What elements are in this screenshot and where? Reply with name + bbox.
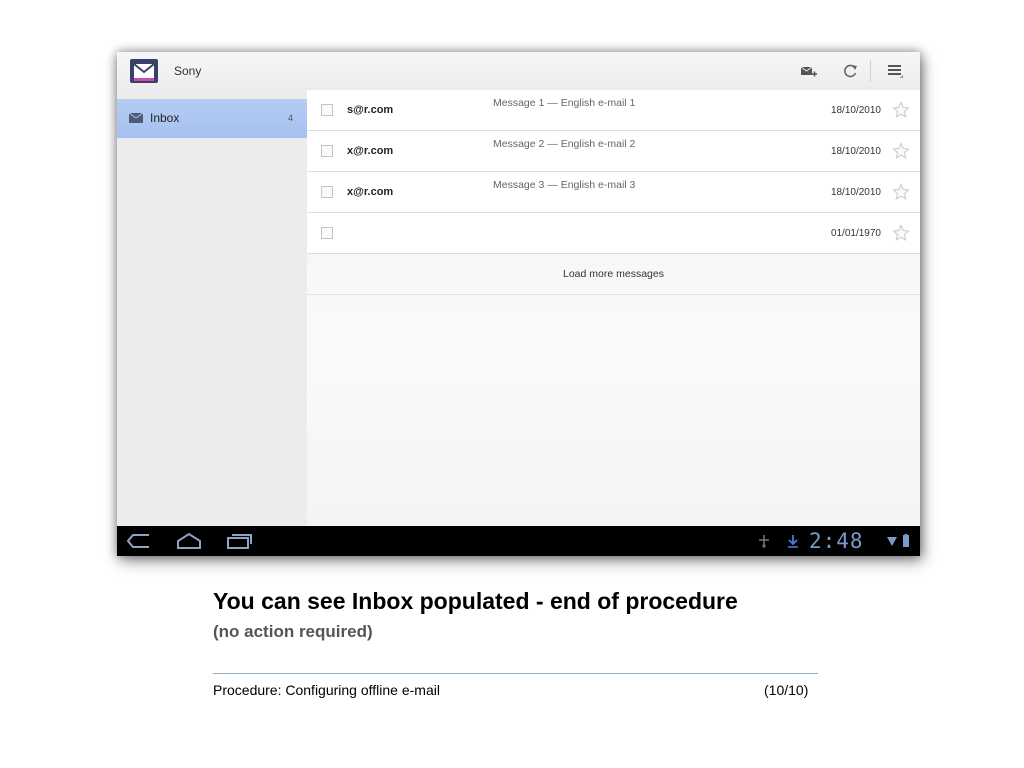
- star-icon[interactable]: [892, 142, 910, 160]
- recent-apps-icon: [227, 534, 252, 549]
- caption-subtitle: (no action required): [213, 622, 373, 641]
- sidebar-item-inbox[interactable]: Inbox 4: [117, 99, 307, 138]
- inbox-icon: [129, 113, 143, 123]
- message-subject: Message 3 — English e-mail 3: [493, 179, 636, 191]
- battery-icon: [903, 534, 909, 547]
- clock[interactable]: 2:48: [809, 529, 864, 553]
- star-icon[interactable]: [892, 183, 910, 201]
- message-row[interactable]: x@r.com Message 3 — English e-mail 3 18/…: [307, 172, 920, 213]
- folder-sidebar: Inbox 4: [117, 90, 307, 526]
- message-subject: Message 2 — English e-mail 2: [493, 138, 636, 150]
- back-icon: [126, 534, 149, 548]
- message-sender: x@r.com: [347, 145, 394, 157]
- message-row[interactable]: 01/01/1970: [307, 213, 920, 254]
- message-row[interactable]: x@r.com Message 2 — English e-mail 2 18/…: [307, 131, 920, 172]
- caption-title: You can see Inbox populated - end of pro…: [213, 588, 738, 614]
- usb-icon[interactable]: [757, 534, 771, 548]
- footer-divider: [213, 673, 818, 674]
- signal-icon: [887, 537, 897, 546]
- back-button[interactable]: [123, 530, 155, 552]
- sidebar-item-label: Inbox: [150, 111, 180, 125]
- recent-apps-button[interactable]: [223, 530, 255, 552]
- message-date: 18/10/2010: [830, 146, 881, 157]
- system-bar: 2:48: [117, 526, 920, 556]
- message-sender: x@r.com: [347, 186, 394, 198]
- mail-app-icon[interactable]: [129, 58, 159, 84]
- menu-button[interactable]: [883, 60, 907, 82]
- procedure-name: Procedure: Configuring offline e-mail: [213, 682, 440, 698]
- unread-count: 4: [287, 113, 293, 123]
- action-bar: Sony: [117, 52, 920, 91]
- star-icon[interactable]: [892, 224, 910, 242]
- compose-button[interactable]: [797, 60, 821, 82]
- message-checkbox[interactable]: [321, 145, 333, 157]
- message-checkbox[interactable]: [321, 227, 333, 239]
- message-row[interactable]: s@r.com Message 1 — English e-mail 1 18/…: [307, 90, 920, 131]
- refresh-button[interactable]: [838, 60, 862, 82]
- compose-icon: [800, 66, 817, 77]
- message-date: 01/01/1970: [830, 228, 881, 239]
- message-date: 18/10/2010: [830, 187, 881, 198]
- message-checkbox[interactable]: [321, 104, 333, 116]
- message-checkbox[interactable]: [321, 186, 333, 198]
- tablet-screenshot: Sony Inbox 4 s@r.com Message 1 — English…: [117, 52, 920, 556]
- page-number: (10/10): [764, 682, 809, 698]
- action-bar-divider: [870, 60, 871, 82]
- message-subject: Message 1 — English e-mail 1: [493, 97, 636, 109]
- slide: Sony Inbox 4 s@r.com Message 1 — English…: [0, 0, 1024, 768]
- star-icon[interactable]: [892, 101, 910, 119]
- account-name[interactable]: Sony: [174, 64, 201, 78]
- load-more-button[interactable]: Load more messages: [307, 254, 920, 295]
- refresh-icon: [844, 64, 857, 78]
- download-icon[interactable]: [786, 534, 800, 548]
- home-icon: [177, 532, 201, 549]
- message-sender: s@r.com: [347, 104, 394, 116]
- message-date: 18/10/2010: [830, 105, 881, 116]
- menu-icon: [888, 65, 903, 78]
- home-button[interactable]: [173, 530, 205, 552]
- message-list: s@r.com Message 1 — English e-mail 1 18/…: [307, 90, 920, 526]
